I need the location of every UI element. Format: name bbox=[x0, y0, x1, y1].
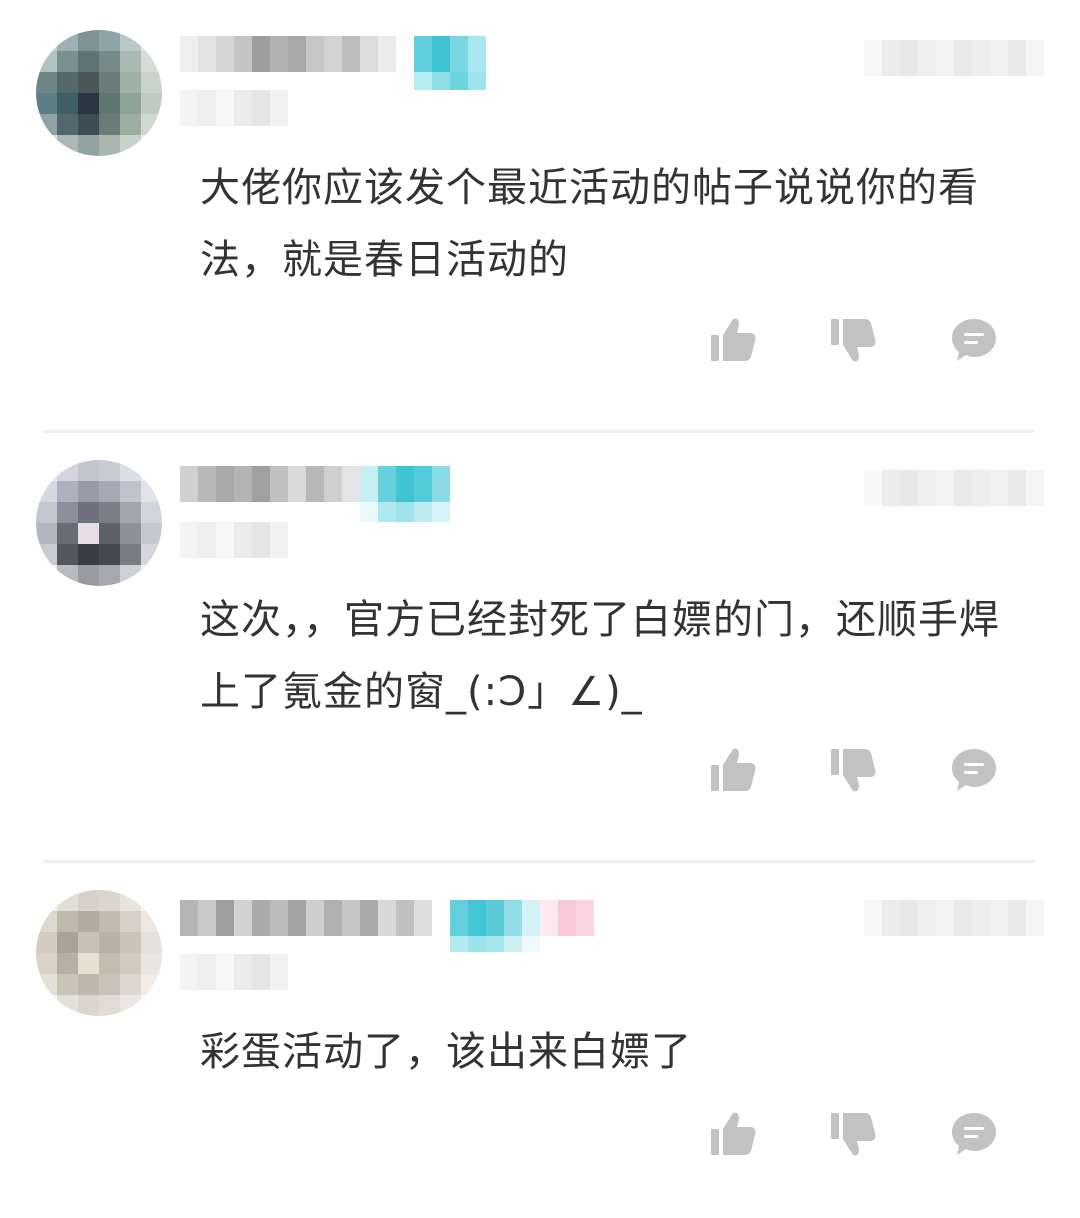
level-badge-lower bbox=[450, 936, 540, 952]
username-redacted[interactable] bbox=[180, 36, 396, 72]
thumbs-up-icon bbox=[711, 318, 756, 361]
comment-bubble-icon bbox=[952, 319, 996, 361]
comment-item: 彩蛋活动了，该出来白嫖了 bbox=[0, 860, 1080, 1218]
avatar[interactable] bbox=[36, 460, 162, 586]
like-button[interactable] bbox=[704, 310, 764, 370]
thumbs-down-icon bbox=[831, 319, 876, 362]
user-subtitle-redacted bbox=[180, 954, 288, 990]
comment-text: 这次，，官方已经封死了白嫖的门，还顺手焊上了氪金的窗_(:Ɔ」∠)_ bbox=[200, 597, 1000, 715]
level-badge bbox=[450, 900, 540, 936]
reply-button[interactable] bbox=[944, 310, 1004, 370]
level-badge-lower bbox=[360, 502, 450, 522]
dislike-button[interactable] bbox=[824, 1104, 884, 1164]
comment-text: 彩蛋活动了，该出来白嫖了 bbox=[200, 1029, 692, 1075]
thumbs-up-icon bbox=[711, 748, 756, 791]
like-button[interactable] bbox=[704, 740, 764, 800]
reply-button[interactable] bbox=[944, 1104, 1004, 1164]
timestamp-redacted bbox=[864, 900, 1044, 936]
avatar[interactable] bbox=[36, 30, 162, 156]
thumbs-down-icon bbox=[831, 1113, 876, 1156]
comment-item: 这次，，官方已经封死了白嫖的门，还顺手焊上了氪金的窗_(:Ɔ」∠)_ bbox=[0, 430, 1080, 860]
comment-bubble-icon bbox=[952, 1113, 996, 1155]
comment-actions bbox=[700, 740, 1030, 800]
medal-badge bbox=[540, 900, 594, 936]
dislike-button[interactable] bbox=[824, 740, 884, 800]
comment-bubble-icon bbox=[952, 749, 996, 791]
level-badge bbox=[414, 36, 486, 72]
thumbs-up-icon bbox=[711, 1112, 756, 1155]
thumbs-down-icon bbox=[831, 749, 876, 792]
username-redacted[interactable] bbox=[180, 466, 360, 502]
level-badge bbox=[360, 466, 450, 502]
reply-button[interactable] bbox=[944, 740, 1004, 800]
timestamp-redacted bbox=[864, 470, 1044, 506]
avatar[interactable] bbox=[36, 890, 162, 1016]
comment-item: 大佬你应该发个最近活动的帖子说说你的看法，就是春日活动的 bbox=[0, 0, 1080, 430]
timestamp-redacted bbox=[864, 40, 1044, 76]
comment-actions bbox=[700, 310, 1030, 370]
user-subtitle-redacted bbox=[180, 90, 288, 126]
comment-text: 大佬你应该发个最近活动的帖子说说你的看法，就是春日活动的 bbox=[200, 165, 979, 283]
like-button[interactable] bbox=[704, 1104, 764, 1164]
level-badge-lower bbox=[414, 72, 486, 90]
username-redacted[interactable] bbox=[180, 900, 432, 936]
user-subtitle-redacted bbox=[180, 522, 288, 558]
comment-actions bbox=[700, 1104, 1030, 1164]
dislike-button[interactable] bbox=[824, 310, 884, 370]
